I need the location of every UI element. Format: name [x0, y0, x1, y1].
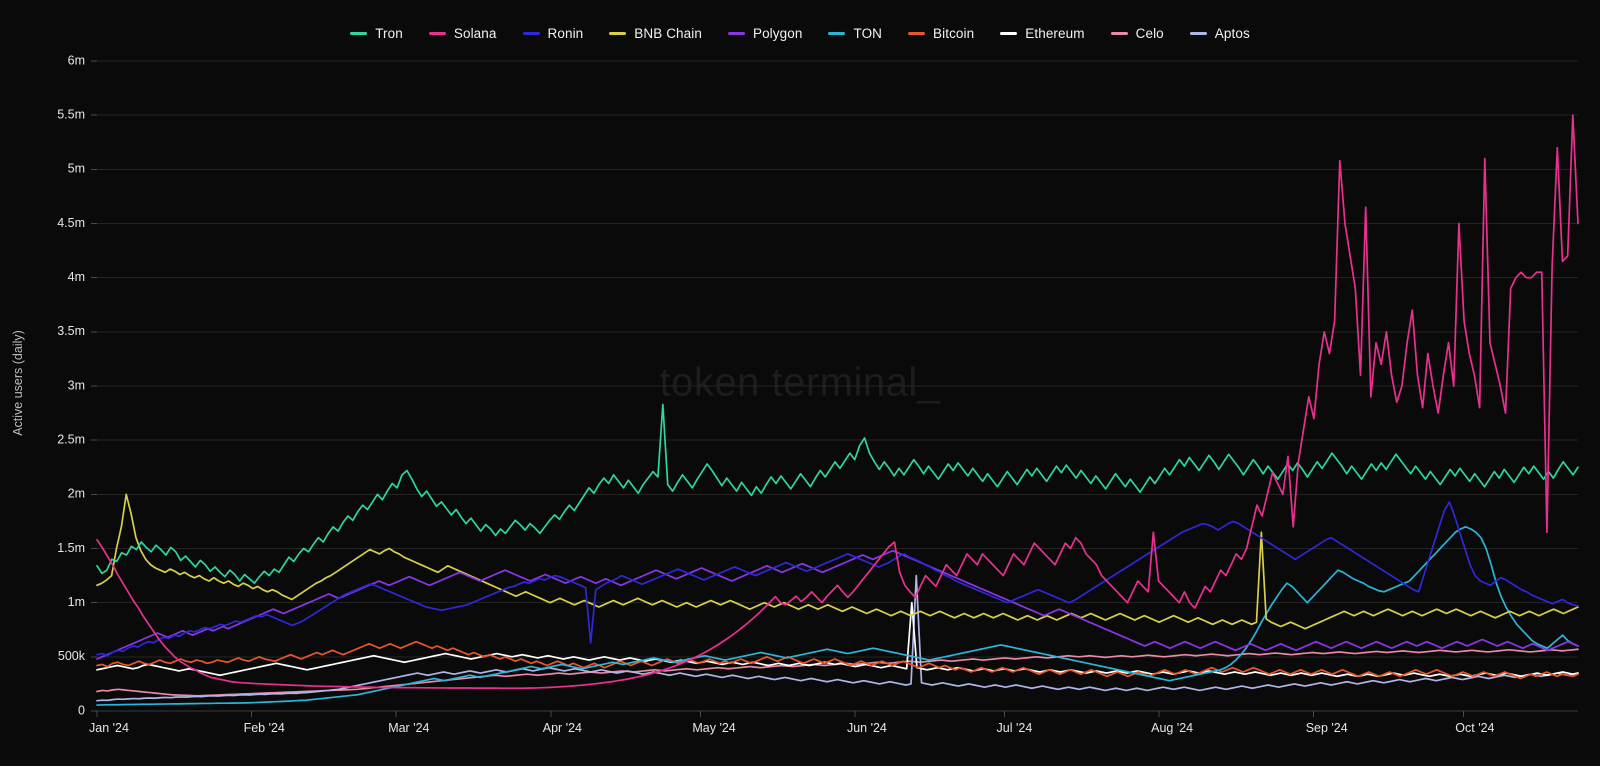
x-tick-label: Jun '24	[847, 721, 887, 735]
active-users-chart: TronSolanaRoninBNB ChainPolygonTONBitcoi…	[0, 0, 1600, 766]
y-tick-label: 2.5m	[57, 432, 85, 446]
series-line-bitcoin	[97, 642, 1578, 679]
x-tick-label: Aug '24	[1151, 721, 1193, 735]
x-tick-label: Oct '24	[1455, 721, 1494, 735]
y-tick-label: 1.5m	[57, 541, 85, 555]
x-tick-label: May '24	[692, 721, 735, 735]
y-tick-label: 500k	[58, 649, 86, 663]
series-line-celo	[97, 649, 1578, 696]
y-tick-label: 2m	[68, 487, 85, 501]
y-tick-label: 6m	[68, 53, 85, 67]
series-line-ethereum	[97, 603, 1578, 677]
y-tick-label: 0	[78, 703, 85, 717]
chart-plot-area: 0 500k 1m 1.5m 2m 2.5m 3m 3.5m 4m 4.5m 5m 5.5m 6m Jan…	[0, 0, 1600, 766]
x-tick-label: Feb '24	[244, 721, 285, 735]
series-line-ronin	[97, 502, 1578, 656]
x-tick-label: Jan '24	[89, 721, 129, 735]
series-line-bnb-chain	[97, 494, 1578, 628]
y-tick-label: 4.5m	[57, 216, 85, 230]
y-tick-label: 3m	[68, 378, 85, 392]
series-line-aptos	[97, 576, 1578, 701]
x-tick-label: Mar '24	[388, 721, 429, 735]
y-tick-label: 1m	[68, 595, 85, 609]
x-tick-label: Sep '24	[1306, 721, 1348, 735]
series-line-polygon	[97, 551, 1578, 659]
y-tick-label: 3.5m	[57, 324, 85, 338]
x-tick-label: Apr '24	[543, 721, 582, 735]
y-tick-label: 5m	[68, 162, 85, 176]
y-tick-label: 4m	[68, 270, 85, 284]
y-tick-label: 5.5m	[57, 107, 85, 121]
series-line-tron	[97, 404, 1578, 583]
x-tick-label: Jul '24	[997, 721, 1033, 735]
